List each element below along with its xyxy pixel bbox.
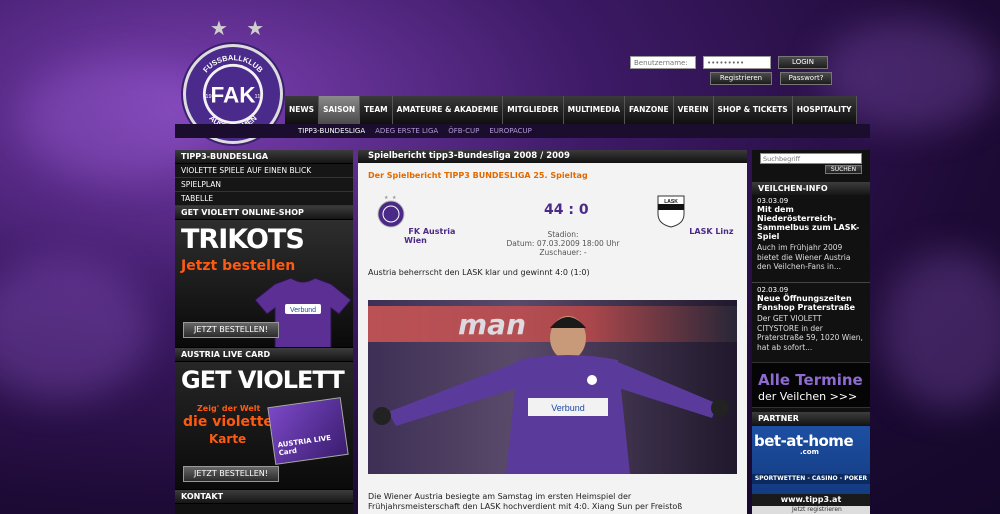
- subnav-item-tipp3-bundesliga[interactable]: TIPP3-BUNDESLIGA: [298, 124, 365, 138]
- login-form: LOGIN Registrieren Passwort?: [630, 54, 850, 86]
- live-card-text: AUSTRIA LIVE Card: [277, 433, 332, 458]
- promo-card-line2: die violette: [183, 414, 273, 430]
- nav-item-amateure-akademie[interactable]: AMATEURE & AKADEMIE: [392, 96, 504, 124]
- sidebar-item-spielplan[interactable]: SPIELPLAN: [175, 178, 353, 192]
- nav-item-mitglieder[interactable]: MITGLIEDER: [503, 96, 564, 124]
- player-celebrating-image: Verbund: [373, 316, 729, 474]
- nav-item-news[interactable]: NEWS: [285, 96, 320, 124]
- championship-stars: ★ ★: [210, 16, 271, 40]
- promo-livecard-banner[interactable]: GET VIOLETT Zeig' der Welt die violette …: [175, 362, 353, 490]
- sub-navigation: TIPP3-BUNDESLIGA ADEG ERSTE LIGA ÖFB-CUP EU…: [175, 124, 870, 138]
- nav-item-multimedia[interactable]: MULTIMEDIA: [563, 96, 626, 124]
- stadium-label: Stadion:: [547, 230, 579, 239]
- search-input[interactable]: [760, 153, 862, 164]
- logo-year-right: 11: [255, 94, 261, 100]
- match-score: 44 : 0: [544, 202, 589, 218]
- promo-trikots-banner[interactable]: TRIKOTS Jetzt bestellen Verbund JETZT BE…: [175, 220, 353, 348]
- promo-card-line3: Karte: [209, 432, 247, 446]
- spectators: Zuschauer: -: [539, 248, 587, 257]
- logo-year-left: 19: [205, 94, 211, 100]
- main-navigation: NEWS SAISON TEAM AMATEURE & AKADEMIE MITGLIE…: [285, 96, 857, 124]
- background-cloud: [880, 250, 1000, 410]
- forgot-password-button[interactable]: Passwort?: [780, 72, 832, 85]
- match-report: Spielbericht tipp3-Bundesliga 2008 / 200…: [358, 150, 747, 514]
- search-button[interactable]: SUCHEN: [825, 165, 862, 174]
- register-button[interactable]: Registrieren: [710, 72, 772, 85]
- news-date: 02.03.09: [757, 286, 789, 294]
- trikots-order-button[interactable]: JETZT BESTELLEN!: [183, 322, 279, 338]
- news-divider: [752, 282, 870, 283]
- report-title: Spielbericht tipp3-Bundesliga 2008 / 200…: [358, 150, 747, 163]
- nav-item-saison[interactable]: SAISON: [319, 96, 361, 124]
- home-team-name: FK Austria Wien: [404, 227, 456, 245]
- match-photo: man Verbund: [368, 300, 737, 474]
- live-card-image: AUSTRIA LIVE Card: [267, 397, 349, 465]
- password-input[interactable]: [703, 56, 771, 69]
- promo-card-line1: Zeig' der Welt: [197, 404, 261, 413]
- news-date: 03.03.09: [757, 197, 789, 205]
- report-body: Die Wiener Austria besiegte am Samstag i…: [368, 492, 738, 512]
- all-dates-banner[interactable]: Alle Termine der Veilchen >>>: [752, 362, 870, 408]
- report-subtitle: Der Spielbericht TIPP3 BUNDESLIGA 25. Sp…: [368, 171, 588, 180]
- promo-card-title: GET VIOLETT: [181, 366, 345, 394]
- nav-item-hospitality[interactable]: HOSPITALITY: [792, 96, 857, 124]
- subnav-item-europacup[interactable]: EUROPACUP: [489, 124, 532, 138]
- all-dates-line1: Alle Termine: [758, 371, 863, 389]
- nav-item-verein[interactable]: VEREIN: [673, 96, 714, 124]
- home-team[interactable]: ★ ★ FK Austria Wien: [368, 194, 463, 245]
- section-title-livecard: AUSTRIA LIVE CARD: [175, 348, 353, 362]
- username-input[interactable]: [630, 56, 696, 69]
- site-header: ★ ★ FUSSBALLKLUB AUSTRIA WIEN FAK 19 11 …: [175, 0, 870, 150]
- livecard-order-button[interactable]: JETZT BESTELLEN!: [183, 466, 279, 482]
- report-body-line: Frühjahrsmeisterschaft den LASK hochverd…: [368, 502, 683, 511]
- login-button[interactable]: LOGIN: [778, 56, 828, 69]
- report-lead: Austria beherrscht den LASK klar und gew…: [368, 268, 590, 277]
- partner-tagline: SPORTWETTEN - CASINO - POKER: [752, 474, 870, 484]
- subnav-item--fb-cup[interactable]: ÖFB-CUP: [448, 124, 479, 138]
- news-headline[interactable]: Neue Öffnungszeiten Fanshop Praterstraße: [757, 294, 865, 312]
- news-headline[interactable]: Mit dem Niederösterreich-Sammelbus zum L…: [757, 205, 865, 241]
- partner-title: PARTNER: [752, 412, 870, 425]
- section-title-kontakt[interactable]: KONTAKT: [175, 490, 353, 504]
- nav-item-team[interactable]: TEAM: [360, 96, 393, 124]
- away-team-crest-icon: LASK: [657, 195, 685, 228]
- all-dates-line2: der Veilchen >>>: [758, 390, 858, 403]
- away-crest-text: LASK: [665, 199, 679, 205]
- away-team-name: LASK Linz: [689, 227, 734, 236]
- news-item[interactable]: 02.03.09 Neue Öffnungszeiten Fanshop Pra…: [757, 286, 865, 352]
- nav-item-fanzone[interactable]: FANZONE: [625, 96, 674, 124]
- partner-tipp3-teaser[interactable]: Jetzt registrieren: [752, 506, 870, 514]
- away-team[interactable]: LASK LASK Linz: [650, 194, 740, 236]
- news-teaser: Der GET VIOLETT CITYSTORE in der Praters…: [757, 314, 863, 352]
- promo-trikots-title: TRIKOTS: [181, 224, 305, 255]
- partner-bet-at-home-banner[interactable]: bet-at-home .com SPORTWETTEN - CASINO - …: [752, 426, 870, 494]
- photo-sponsor: Verbund: [551, 403, 585, 413]
- report-body-line: Die Wiener Austria besiegte am Samstag i…: [368, 492, 632, 501]
- veilchen-info-title: VEILCHEN-INFO: [752, 182, 870, 195]
- sub-navigation-list: TIPP3-BUNDESLIGA ADEG ERSTE LIGA ÖFB-CUP EU…: [298, 124, 532, 138]
- svg-text:★: ★: [392, 195, 397, 201]
- promo-trikots-subtitle: Jetzt bestellen: [181, 258, 296, 274]
- nav-item-shop-tickets[interactable]: SHOP & TICKETS: [713, 96, 793, 124]
- match-date: Datum: 07.03.2009 18:00 Uhr: [506, 239, 620, 248]
- subnav-item-adeg-erste-liga[interactable]: ADEG ERSTE LIGA: [375, 124, 438, 138]
- match-meta: Stadion: Datum: 07.03.2009 18:00 Uhr Zus…: [503, 230, 623, 257]
- news-teaser: Auch im Frühjahr 2009 bietet die Wiener …: [757, 243, 851, 271]
- logo-letters: FAK: [210, 82, 256, 107]
- sidebar-item-spiele[interactable]: VIOLETTE SPIELE AUF EINEN BLICK: [175, 164, 353, 178]
- right-sidebar: SUCHEN VEILCHEN-INFO 03.03.09 Mit dem Ni…: [752, 150, 870, 514]
- news-item[interactable]: 03.03.09 Mit dem Niederösterreich-Sammel…: [757, 197, 865, 272]
- section-title-shop: GET VIOLETT ONLINE-SHOP: [175, 206, 353, 220]
- partner-brand-sub: .com: [800, 448, 819, 456]
- sidebar-item-tabelle[interactable]: TABELLE: [175, 192, 353, 206]
- left-sidebar: TIPP3-BUNDESLIGA VIOLETTE SPIELE AUF EIN…: [175, 150, 353, 514]
- section-title-bundesliga: TIPP3-BUNDESLIGA: [175, 150, 353, 164]
- svg-text:★: ★: [384, 195, 389, 201]
- partner-tipp3-link[interactable]: www.tipp3.at: [752, 494, 870, 506]
- jersey-sponsor: Verbund: [290, 307, 316, 314]
- home-team-crest-icon: ★ ★: [377, 195, 405, 228]
- background-cloud: [0, 260, 150, 400]
